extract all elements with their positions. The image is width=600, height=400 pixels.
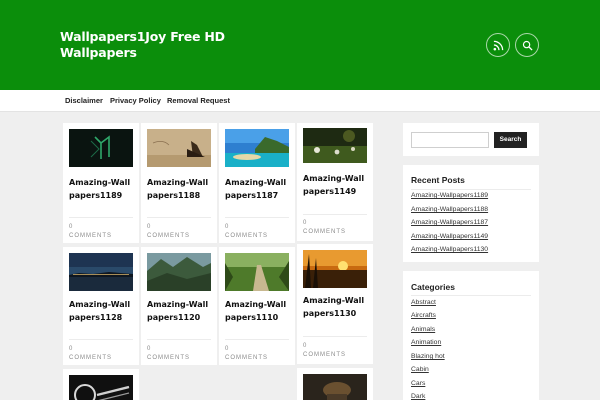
nav-item-privacy-policy[interactable]: Privacy Policy <box>110 96 161 105</box>
divider <box>225 217 289 218</box>
post-title[interactable]: Amazing-Wallpapers1120 <box>147 298 213 324</box>
post-card[interactable]: Amazing-Wallpapers1189 0 COMMENTS <box>63 123 139 243</box>
post-thumbnail[interactable] <box>303 250 367 288</box>
search-icon[interactable] <box>515 33 539 57</box>
search-input[interactable] <box>411 132 489 148</box>
divider <box>303 336 367 337</box>
category-link[interactable]: Cabin <box>411 366 429 373</box>
recent-post-link[interactable]: Amazing-Wallpapers1189 <box>411 192 488 199</box>
recent-post-link[interactable]: Amazing-Wallpapers1130 <box>411 246 488 253</box>
post-title[interactable]: Amazing-Wallpapers1189 <box>69 176 135 202</box>
post-card[interactable]: Amazing-Wallpapers1187 0 COMMENTS <box>219 123 295 243</box>
category-link[interactable]: Animals <box>411 326 435 333</box>
comments-label[interactable]: COMMENTS <box>147 232 190 240</box>
divider <box>411 189 531 190</box>
divider <box>411 295 531 296</box>
post-thumbnail[interactable] <box>69 375 133 400</box>
comments-label[interactable]: COMMENTS <box>225 232 268 240</box>
comments-label[interactable]: COMMENTS <box>303 351 346 359</box>
post-title[interactable]: Amazing-Wallpapers1187 <box>225 176 291 202</box>
divider <box>303 214 367 215</box>
post-card[interactable]: Amazing-Wallpapers1130 0 COMMENTS <box>297 244 373 364</box>
post-card[interactable]: Amazing-Wallpapers1128 0 COMMENTS <box>63 247 139 365</box>
comment-count[interactable]: 0 <box>147 223 151 231</box>
post-card[interactable] <box>297 368 373 400</box>
search-widget: Search <box>403 123 539 156</box>
post-thumbnail[interactable] <box>69 129 133 167</box>
post-title[interactable]: Amazing-Wallpapers1149 <box>303 172 369 198</box>
recent-posts-heading: Recent Posts <box>411 175 465 185</box>
comment-count[interactable]: 0 <box>147 345 151 353</box>
main-nav: Disclaimer Privacy Policy Removal Reques… <box>0 90 600 112</box>
recent-posts-widget: Recent Posts Amazing-Wallpapers1189 Amaz… <box>403 165 539 262</box>
category-link[interactable]: Blazing hot <box>411 353 445 360</box>
divider <box>147 339 211 340</box>
categories-heading: Categories <box>411 282 455 292</box>
post-title[interactable]: Amazing-Wallpapers1128 <box>69 298 135 324</box>
comment-count[interactable]: 0 <box>69 345 73 353</box>
comments-label[interactable]: COMMENTS <box>225 354 268 362</box>
post-thumbnail[interactable] <box>303 374 367 400</box>
nav-item-removal-request[interactable]: Removal Request <box>167 96 230 105</box>
recent-post-link[interactable]: Amazing-Wallpapers1188 <box>411 206 488 213</box>
post-title[interactable]: Amazing-Wallpapers1188 <box>147 176 213 202</box>
post-thumbnail[interactable] <box>69 253 133 291</box>
post-title[interactable]: Amazing-Wallpapers1130 <box>303 294 369 320</box>
recent-post-link[interactable]: Amazing-Wallpapers1187 <box>411 219 488 226</box>
site-title[interactable]: Wallpapers1Joy Free HD Wallpapers <box>60 29 230 61</box>
category-link[interactable]: Aircrafts <box>411 312 436 319</box>
category-link[interactable]: Abstract <box>411 299 436 306</box>
category-link[interactable]: Animation <box>411 339 441 346</box>
divider <box>69 217 133 218</box>
nav-item-disclaimer[interactable]: Disclaimer <box>65 96 103 105</box>
post-thumbnail[interactable] <box>147 253 211 291</box>
comment-count[interactable]: 0 <box>225 345 229 353</box>
divider <box>225 339 289 340</box>
post-thumbnail[interactable] <box>303 128 367 163</box>
recent-post-link[interactable]: Amazing-Wallpapers1149 <box>411 233 488 240</box>
comments-label[interactable]: COMMENTS <box>69 232 112 240</box>
categories-widget: Categories Abstract Aircrafts Animals An… <box>403 271 539 400</box>
comment-count[interactable]: 0 <box>225 223 229 231</box>
post-title[interactable]: Amazing-Wallpapers1110 <box>225 298 291 324</box>
rss-icon[interactable] <box>486 33 510 57</box>
post-card[interactable]: Amazing-Wallpapers1110 0 COMMENTS <box>219 247 295 365</box>
comments-label[interactable]: COMMENTS <box>303 228 346 236</box>
comments-label[interactable]: COMMENTS <box>147 354 190 362</box>
post-card[interactable] <box>63 369 139 400</box>
search-button[interactable]: Search <box>494 132 527 148</box>
comment-count[interactable]: 0 <box>69 223 73 231</box>
site-header: Wallpapers1Joy Free HD Wallpapers <box>0 0 600 90</box>
category-link[interactable]: Cars <box>411 380 425 387</box>
divider <box>147 217 211 218</box>
comment-count[interactable]: 0 <box>303 342 307 350</box>
comment-count[interactable]: 0 <box>303 219 307 227</box>
comments-label[interactable]: COMMENTS <box>69 354 112 362</box>
post-thumbnail[interactable] <box>225 253 289 291</box>
post-card[interactable]: Amazing-Wallpapers1149 0 COMMENTS <box>297 123 373 241</box>
post-thumbnail[interactable] <box>147 129 211 167</box>
post-card[interactable]: Amazing-Wallpapers1120 0 COMMENTS <box>141 247 217 365</box>
post-card[interactable]: Amazing-Wallpapers1188 0 COMMENTS <box>141 123 217 243</box>
post-thumbnail[interactable] <box>225 129 289 167</box>
category-link[interactable]: Dark <box>411 393 425 400</box>
divider <box>69 339 133 340</box>
